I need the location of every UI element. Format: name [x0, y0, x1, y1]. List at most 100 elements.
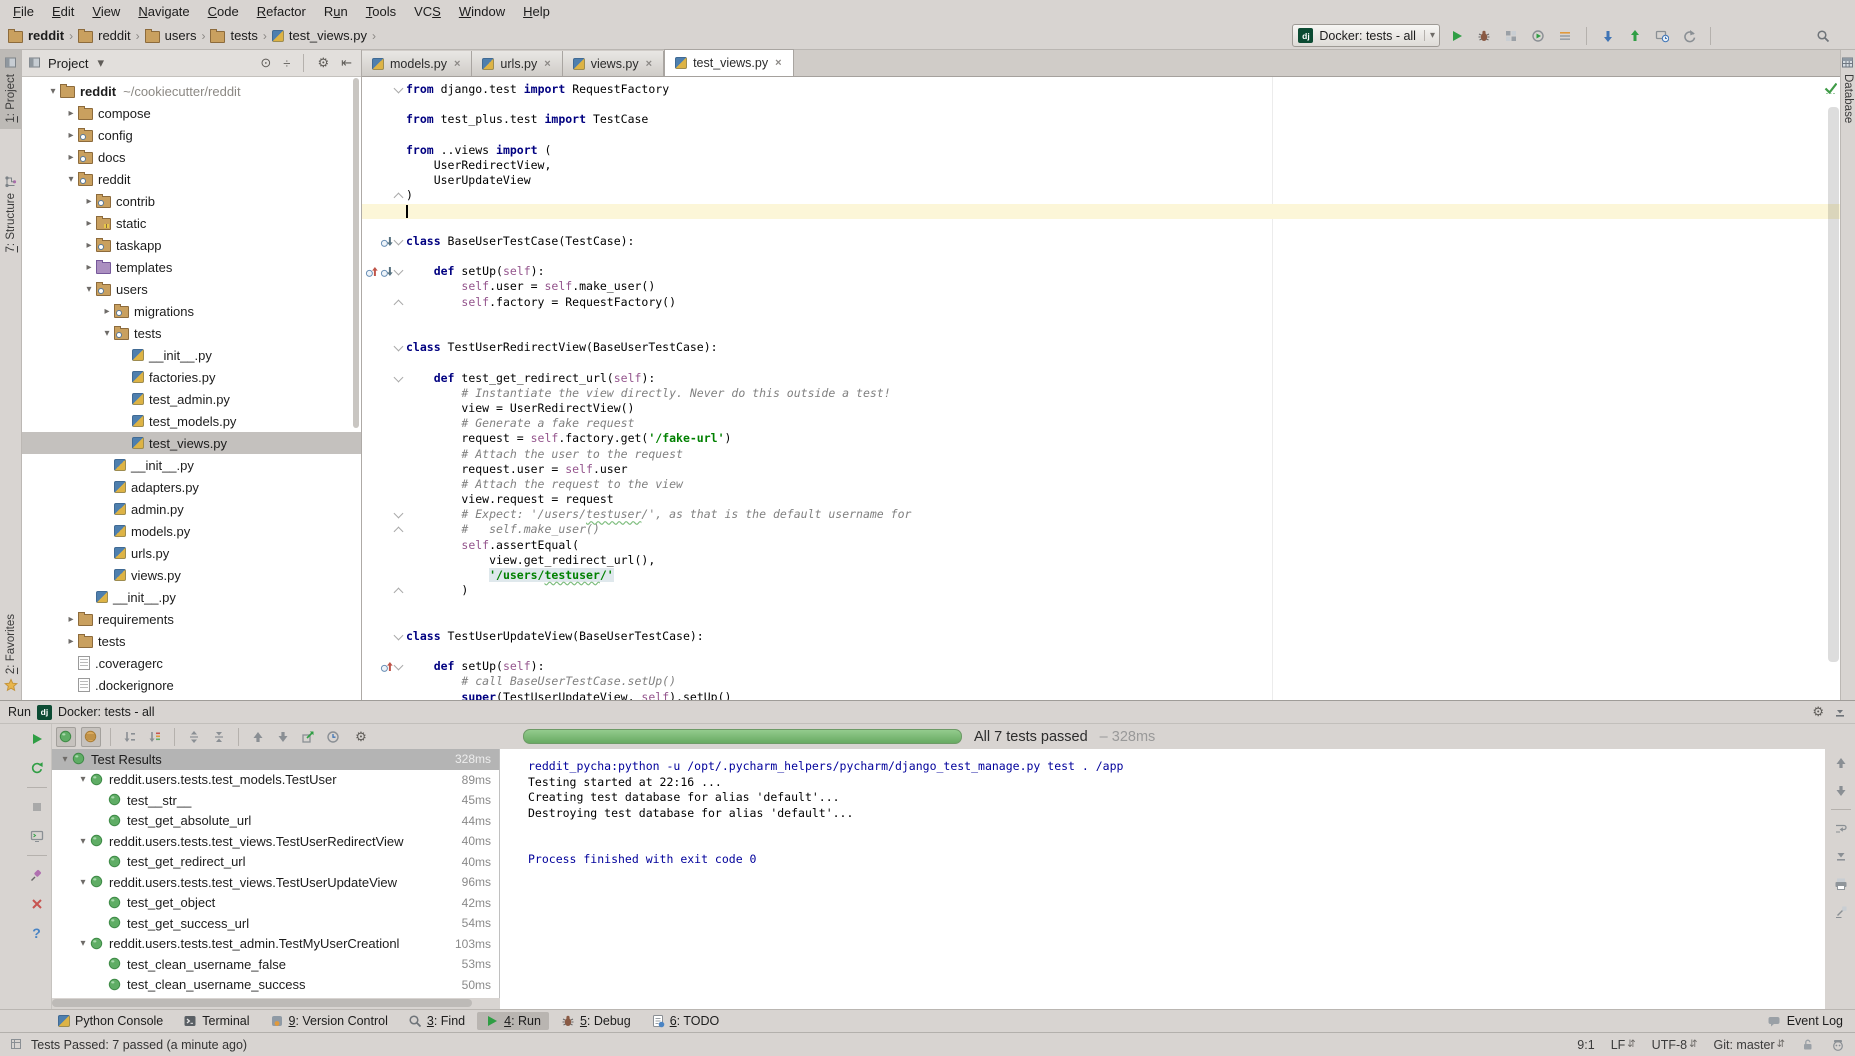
test-row-test-get-redirect-url[interactable]: test_get_redirect_url40ms: [52, 852, 499, 873]
tree-collapse-icon[interactable]: ▾: [58, 754, 72, 765]
tree-collapse-icon[interactable]: ▾: [76, 774, 90, 785]
overridden-icon[interactable]: [380, 235, 394, 249]
breadcrumb-item[interactable]: reddit: [78, 28, 131, 43]
fold-marker[interactable]: [394, 193, 404, 203]
tree-item-urls-py[interactable]: urls.py: [22, 542, 361, 564]
coverage-button[interactable]: [1501, 26, 1521, 46]
debug-button[interactable]: [1474, 26, 1494, 46]
tree-item--coveragerc[interactable]: .coveragerc: [22, 652, 361, 674]
tree-item-templates[interactable]: ▸templates: [22, 256, 361, 278]
rerun-failed-tests-button[interactable]: [27, 758, 47, 778]
tree-item-tests[interactable]: ▾tests: [22, 322, 361, 344]
code-line[interactable]: [362, 644, 1840, 659]
project-tree-scrollbar[interactable]: [353, 78, 359, 428]
show-ignored-toggle[interactable]: [81, 727, 101, 747]
test-row-test-get-success-url[interactable]: test_get_success_url54ms: [52, 913, 499, 934]
code-line[interactable]: self.user = self.make_user(): [362, 279, 1840, 294]
tool-tab-favorites[interactable]: 2: Favorites: [0, 608, 22, 698]
tree-item-reddit[interactable]: ▾reddit~/cookiecutter/reddit: [22, 80, 361, 102]
menu-edit[interactable]: Edit: [43, 3, 83, 20]
test-row-reddit-users-tests-test-views-TestUserUpdateView[interactable]: ▾reddit.users.tests.test_views.TestUserU…: [52, 872, 499, 893]
tree-item-static[interactable]: ▸static: [22, 212, 361, 234]
code-line[interactable]: [362, 355, 1840, 370]
tree-item-models-py[interactable]: models.py: [22, 520, 361, 542]
menu-help[interactable]: Help: [514, 3, 559, 20]
code-line[interactable]: def test_get_redirect_url(self):: [362, 371, 1840, 386]
tree-item-test-admin-py[interactable]: test_admin.py: [22, 388, 361, 410]
show-console-button[interactable]: [27, 826, 47, 846]
rerun-button[interactable]: [27, 729, 47, 749]
test-row-Test-Results[interactable]: ▾Test Results328ms: [52, 749, 499, 770]
toolwindow-button-python-console[interactable]: Python Console: [50, 1012, 171, 1030]
fold-marker[interactable]: [394, 84, 404, 94]
fold-marker[interactable]: [394, 509, 404, 519]
status-lf[interactable]: LF⇵: [1611, 1038, 1636, 1052]
vcs-commit-button[interactable]: [1625, 26, 1645, 46]
toolwindow-button--version-control[interactable]: 9: Version Control: [262, 1012, 396, 1030]
breadcrumb-item[interactable]: users: [145, 28, 197, 43]
tree-item-adapters-py[interactable]: adapters.py: [22, 476, 361, 498]
tree-item--init-py[interactable]: __init__.py: [22, 454, 361, 476]
editor-tab-urls-py[interactable]: urls.py×: [472, 51, 562, 76]
editor-tab-models-py[interactable]: models.py×: [362, 51, 472, 76]
code-line[interactable]: [362, 204, 1840, 219]
menu-navigate[interactable]: Navigate: [129, 3, 198, 20]
code-line[interactable]: # self.make_user(): [362, 522, 1840, 537]
breadcrumb-item[interactable]: reddit: [8, 28, 64, 43]
tree-item-users[interactable]: ▾users: [22, 278, 361, 300]
stop-button[interactable]: [27, 797, 47, 817]
code-line[interactable]: # Instantiate the view directly. Never d…: [362, 386, 1840, 401]
test-row-test-clean-username-success[interactable]: test_clean_username_success50ms: [52, 975, 499, 996]
status-git-master[interactable]: Git: master⇵: [1713, 1038, 1785, 1052]
tree-item-requirements[interactable]: ▸requirements: [22, 608, 361, 630]
export-test-results-button[interactable]: [298, 727, 318, 747]
tree-item-tests[interactable]: ▸tests: [22, 630, 361, 652]
tree-item-config[interactable]: ▸config: [22, 124, 361, 146]
menu-file[interactable]: File: [4, 3, 43, 20]
status-9-1[interactable]: 9:1: [1577, 1038, 1594, 1052]
code-line[interactable]: # Expect: '/users/testuser/', as that is…: [362, 507, 1840, 522]
code-line[interactable]: [362, 598, 1840, 613]
code-line[interactable]: [362, 97, 1840, 112]
run-button[interactable]: [1447, 26, 1467, 46]
tree-item-views-py[interactable]: views.py: [22, 564, 361, 586]
fold-marker[interactable]: [394, 266, 404, 276]
previous-test-button[interactable]: [248, 727, 268, 747]
breadcrumb-item[interactable]: test_views.py: [272, 28, 367, 43]
dump-threads-button[interactable]: [1555, 26, 1575, 46]
toolwindow-toggle-icon[interactable]: [10, 1038, 24, 1052]
inspection-ok-icon[interactable]: [1823, 80, 1837, 94]
close-icon[interactable]: [27, 894, 47, 914]
tree-item-migrations[interactable]: ▸migrations: [22, 300, 361, 322]
locate-file-icon[interactable]: ⊙: [257, 55, 274, 71]
tree-expand-icon[interactable]: ▸: [82, 240, 96, 251]
menu-view[interactable]: View: [83, 3, 129, 20]
overrides-icon[interactable]: [380, 660, 394, 674]
next-test-button[interactable]: [273, 727, 293, 747]
fold-marker[interactable]: [394, 630, 404, 640]
collapse-all-icon[interactable]: ÷: [280, 56, 293, 71]
test-row-test-str-[interactable]: test__str__45ms: [52, 790, 499, 811]
code-line[interactable]: class TestUserUpdateView(BaseUserTestCas…: [362, 629, 1840, 644]
code-line[interactable]: class BaseUserTestCase(TestCase):: [362, 234, 1840, 249]
tree-expand-icon[interactable]: ▸: [64, 614, 78, 625]
tree-collapse-icon[interactable]: ▾: [100, 328, 114, 339]
code-line[interactable]: view.request = request: [362, 492, 1840, 507]
profiler-button[interactable]: [1528, 26, 1548, 46]
chevron-down-icon[interactable]: ▾: [94, 55, 107, 71]
tree-item-taskapp[interactable]: ▸taskapp: [22, 234, 361, 256]
fold-marker[interactable]: [394, 527, 404, 537]
code-line[interactable]: ): [362, 188, 1840, 203]
prev-occurrence-button[interactable]: [1831, 753, 1851, 773]
gear-icon[interactable]: ⚙: [1809, 704, 1827, 720]
tree-collapse-icon[interactable]: ▾: [82, 284, 96, 295]
soft-wrap-button[interactable]: [1831, 818, 1851, 838]
toolwindow-button--debug[interactable]: 5: Debug: [553, 1012, 639, 1030]
tree-expand-icon[interactable]: ▸: [82, 196, 96, 207]
test-row-test-clean-username-false[interactable]: test_clean_username_false53ms: [52, 954, 499, 975]
tree-item-test-models-py[interactable]: test_models.py: [22, 410, 361, 432]
tree-item-admin-py[interactable]: admin.py: [22, 498, 361, 520]
tree-collapse-icon[interactable]: ▾: [76, 877, 90, 888]
run-configuration-select[interactable]: dj Docker: tests - all ▾: [1292, 24, 1440, 47]
code-line[interactable]: [362, 310, 1840, 325]
